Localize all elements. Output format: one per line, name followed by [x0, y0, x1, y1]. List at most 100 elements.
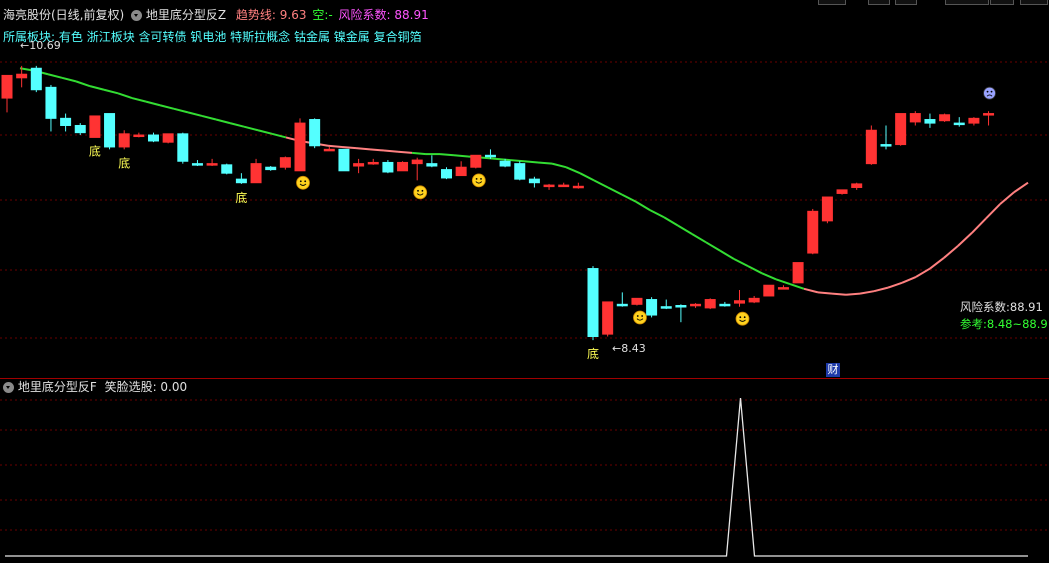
trend-line-segment — [243, 125, 259, 132]
candlestick — [133, 132, 145, 138]
candlestick — [221, 163, 233, 175]
trend-line-segment — [509, 159, 525, 163]
face-circle — [413, 185, 428, 200]
trend-line-segment — [173, 107, 189, 114]
candlestick — [836, 189, 848, 195]
candle-body — [704, 299, 716, 309]
trend-line-segment — [999, 191, 1015, 205]
candle-body — [675, 305, 687, 308]
face-eye — [743, 316, 746, 319]
face-eye — [739, 316, 742, 319]
candle-body — [880, 144, 892, 147]
face-eye — [641, 315, 644, 317]
face-eye — [636, 315, 639, 317]
face-eye — [304, 180, 307, 183]
trend-line-segment — [369, 148, 385, 152]
candlestick — [851, 182, 863, 190]
candle-body — [631, 297, 643, 305]
candlestick — [587, 266, 599, 341]
candle-body — [543, 184, 555, 188]
candlestick — [118, 130, 130, 150]
candlestick — [235, 173, 247, 184]
trend-line-segment — [551, 162, 567, 169]
sub-indicator-name[interactable]: 地里底分型反F — [18, 380, 97, 394]
candle-body — [909, 113, 921, 123]
candlestick — [426, 155, 438, 168]
trend-line-segment — [327, 144, 343, 148]
candle-body — [162, 133, 174, 143]
candle-body — [250, 163, 262, 184]
candle-body — [118, 133, 130, 148]
candlestick — [807, 208, 819, 255]
face-eye — [421, 189, 424, 192]
candlestick — [250, 158, 262, 184]
chart-header: 海亮股份(日线,前复权) 地里底分型反Z 趋势线: 9.63 空:- 风险系数:… — [3, 6, 429, 24]
trend-line-segment — [145, 100, 161, 107]
candle-body — [484, 154, 496, 158]
smile-select-value: 笑脸选股: 0.00 — [104, 380, 188, 394]
candlestick — [616, 292, 628, 307]
candle-body — [499, 160, 511, 167]
trend-line-segment — [817, 291, 833, 295]
dropdown-icon[interactable] — [3, 382, 14, 393]
candlestick — [719, 301, 731, 307]
finance-marker[interactable]: 财 — [826, 363, 840, 377]
trend-line-segment — [117, 92, 133, 100]
trend-line-segment — [873, 286, 889, 293]
trend-line-segment — [159, 104, 175, 110]
risk-readout: 风险系数:88.91 — [960, 300, 1043, 314]
candle-body — [660, 306, 672, 309]
candle-body — [133, 134, 145, 138]
candle-body — [148, 134, 159, 142]
trend-line-segment — [621, 193, 637, 203]
candle-body — [30, 67, 42, 91]
candlestick — [206, 158, 218, 167]
kline-chart[interactable]: 底底底底 — [0, 0, 1049, 563]
candlestick — [821, 196, 833, 224]
candlestick — [528, 176, 540, 188]
candle-body — [60, 117, 72, 126]
candle-body — [865, 129, 877, 165]
trend-line-segment — [901, 275, 917, 284]
candle-body — [616, 303, 628, 307]
bottom-mark-label: 底 — [235, 190, 247, 205]
trend-line-segment — [971, 217, 987, 234]
candlestick — [777, 285, 789, 290]
reference-readout: 参考:8.48~88.91 — [960, 317, 1049, 331]
candle-body — [836, 189, 848, 194]
trend-line-segment — [593, 179, 609, 189]
trend-line-segment — [845, 292, 861, 296]
trend-line-segment — [355, 147, 371, 151]
candle-body — [104, 113, 116, 148]
candle-body — [895, 113, 907, 146]
candle-body — [74, 124, 86, 134]
low-price-label: ←8.43 — [612, 342, 646, 355]
candle-body — [968, 117, 980, 124]
candlestick — [441, 167, 452, 180]
candlestick — [397, 161, 409, 172]
candle-body — [309, 119, 321, 147]
trend-line-segment — [915, 267, 931, 278]
trend-label: 趋势线: 9.63 — [235, 8, 307, 22]
candle-body — [748, 297, 760, 303]
candlestick — [939, 113, 951, 122]
high-price-label: ←10.69 — [20, 39, 61, 52]
trend-line-segment — [943, 245, 959, 259]
trend-line-segment — [383, 149, 399, 153]
bottom-mark-label: 底 — [89, 143, 101, 158]
candle-body — [206, 163, 218, 166]
candlestick — [411, 157, 423, 181]
face-eye — [986, 90, 989, 93]
bottom-mark-label: 底 — [587, 346, 599, 361]
smiling-face-icon — [735, 311, 750, 326]
trend-line-segment — [495, 157, 511, 162]
candle-body — [265, 166, 277, 171]
candlestick — [514, 161, 526, 181]
dropdown-icon[interactable] — [131, 10, 143, 21]
face-circle — [983, 86, 996, 100]
trend-line-segment — [453, 154, 469, 158]
trend-line-segment — [663, 216, 679, 227]
indicator-name[interactable]: 地里底分型反Z — [146, 8, 226, 22]
candlestick — [880, 125, 892, 150]
candle-body — [367, 161, 379, 165]
